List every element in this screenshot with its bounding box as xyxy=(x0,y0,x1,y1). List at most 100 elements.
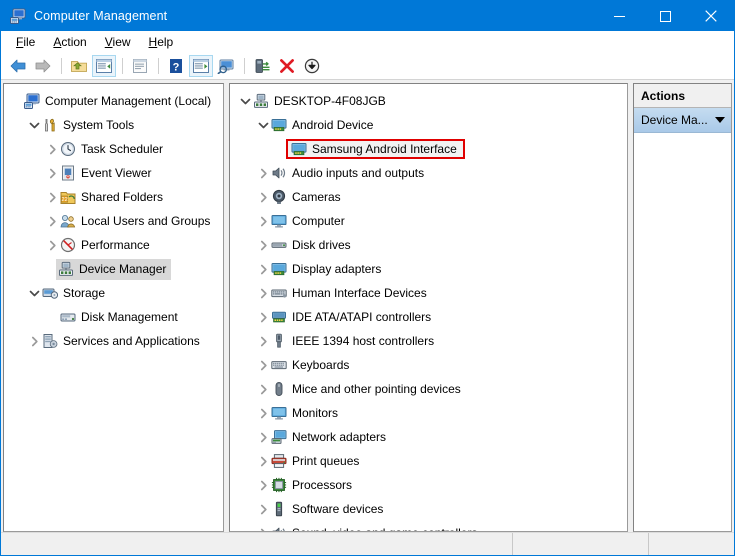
window-title: Computer Management xyxy=(34,9,168,23)
chevron-right-icon[interactable] xyxy=(255,233,271,257)
device-tree-item[interactable]: IEEE 1394 host controllers xyxy=(230,329,627,353)
device-tree-item[interactable]: Monitors xyxy=(230,401,627,425)
chevron-right-icon[interactable] xyxy=(255,497,271,521)
console-tree-item[interactable]: Device Manager xyxy=(4,257,223,281)
tree-item-content: Sound, video and game controllers xyxy=(271,525,477,532)
device-tree-item-label: Software devices xyxy=(292,501,384,516)
chevron-right-icon[interactable] xyxy=(255,425,271,449)
menu-help[interactable]: Help xyxy=(140,33,183,52)
console-tree-item-label: Task Scheduler xyxy=(81,141,164,156)
close-button[interactable] xyxy=(688,1,734,31)
chevron-right-icon[interactable] xyxy=(44,161,60,185)
properties-button[interactable] xyxy=(128,55,152,77)
update-driver-button[interactable] xyxy=(250,55,274,77)
chevron-down-icon[interactable] xyxy=(26,281,42,305)
tree-item-content: Print queues xyxy=(271,453,359,469)
forward-button[interactable] xyxy=(31,55,55,77)
device-tree-item-label: Computer xyxy=(292,213,345,228)
device-tree-item[interactable]: Sound, video and game controllers xyxy=(230,521,627,532)
chevron-down-icon xyxy=(715,117,725,123)
console-tree-item[interactable]: Computer Management (Local) xyxy=(4,89,223,113)
chevron-right-icon[interactable] xyxy=(255,305,271,329)
console-tree-item[interactable]: Performance xyxy=(4,233,223,257)
console-tree-item-label: System Tools xyxy=(63,117,135,132)
chevron-right-icon[interactable] xyxy=(255,281,271,305)
back-button[interactable] xyxy=(6,55,30,77)
actions-item-device-manager[interactable]: Device Ma... xyxy=(634,108,731,133)
chevron-right-icon[interactable] xyxy=(255,209,271,233)
scan-for-hardware-changes-button[interactable] xyxy=(214,55,238,77)
menu-view[interactable]: View xyxy=(96,33,140,52)
console-tree-item[interactable]: Storage xyxy=(4,281,223,305)
device-tree-item-label: Mice and other pointing devices xyxy=(292,381,461,396)
console-tree-item[interactable]: Disk Management xyxy=(4,305,223,329)
tree-item-content: Software devices xyxy=(271,501,383,517)
chevron-right-icon[interactable] xyxy=(255,473,271,497)
chevron-down-icon[interactable] xyxy=(255,113,271,137)
download-button[interactable] xyxy=(300,55,324,77)
chevron-right-icon[interactable] xyxy=(44,185,60,209)
console-tree-item[interactable]: Task Scheduler xyxy=(4,137,223,161)
device-tree-item[interactable]: Human Interface Devices xyxy=(230,281,627,305)
menu-view-label: iew xyxy=(112,34,131,49)
console-tree-item[interactable]: System Tools xyxy=(4,113,223,137)
menu-action[interactable]: Action xyxy=(44,33,95,52)
show-hide-console-tree-button[interactable] xyxy=(92,55,116,77)
chevron-right-icon[interactable] xyxy=(44,233,60,257)
chevron-right-icon[interactable] xyxy=(26,329,42,353)
console-tree: Computer Management (Local) System Tools T… xyxy=(4,84,223,353)
device-tree-item-label: Sound, video and game controllers xyxy=(292,527,477,532)
chevron-down-icon[interactable] xyxy=(237,89,253,113)
device-tree-item[interactable]: DESKTOP-4F08JGB xyxy=(230,89,627,113)
minimize-button[interactable] xyxy=(596,1,642,31)
chevron-right-icon[interactable] xyxy=(255,521,271,531)
console-tree-item[interactable]: 22 Shared Folders xyxy=(4,185,223,209)
chevron-down-icon[interactable] xyxy=(26,113,42,137)
chevron-right-icon[interactable] xyxy=(255,377,271,401)
console-tree-item-label: Local Users and Groups xyxy=(81,213,211,228)
tree-item-content: Disk drives xyxy=(271,237,351,253)
console-tree-pane[interactable]: Computer Management (Local) System Tools T… xyxy=(3,83,224,532)
chevron-right-icon[interactable] xyxy=(255,185,271,209)
device-tree-item[interactable]: Print queues xyxy=(230,449,627,473)
console-tree-item[interactable]: Event Viewer xyxy=(4,161,223,185)
device-tree-item[interactable]: Samsung Android Interface xyxy=(230,137,627,161)
menu-file[interactable]: File xyxy=(7,33,44,52)
device-tree-pane[interactable]: DESKTOP-4F08JGB Android Device Samsung And… xyxy=(229,83,628,532)
device-tree-item[interactable]: Mice and other pointing devices xyxy=(230,377,627,401)
status-bar-message xyxy=(1,533,513,555)
device-tree-item[interactable]: Disk drives xyxy=(230,233,627,257)
show-hide-action-pane-button[interactable] xyxy=(189,55,213,77)
device-tree-item[interactable]: IDE ATA/ATAPI controllers xyxy=(230,305,627,329)
device-tree-item[interactable]: Network adapters xyxy=(230,425,627,449)
chevron-right-icon[interactable] xyxy=(255,401,271,425)
device-tree-item[interactable]: Android Device xyxy=(230,113,627,137)
device-tree-item[interactable]: Keyboards xyxy=(230,353,627,377)
device-tree-item[interactable]: Audio inputs and outputs xyxy=(230,161,627,185)
toolbar-separator-1 xyxy=(61,58,62,74)
display-adapter-icon xyxy=(271,261,287,277)
up-one-level-button[interactable] xyxy=(67,55,91,77)
device-tree-item[interactable]: Display adapters xyxy=(230,257,627,281)
device-tree-item[interactable]: Computer xyxy=(230,209,627,233)
monitor-icon xyxy=(271,405,287,421)
device-tree-item[interactable]: Cameras xyxy=(230,185,627,209)
chevron-right-icon[interactable] xyxy=(255,257,271,281)
chevron-right-icon[interactable] xyxy=(255,161,271,185)
chevron-right-icon[interactable] xyxy=(44,209,60,233)
display-adapter-icon xyxy=(271,117,287,133)
help-button[interactable]: ? xyxy=(164,55,188,77)
device-tree-item[interactable]: Software devices xyxy=(230,497,627,521)
performance-icon xyxy=(60,237,76,253)
device-tree-item[interactable]: Processors xyxy=(230,473,627,497)
toolbar-separator-2 xyxy=(122,58,123,74)
uninstall-device-button[interactable] xyxy=(275,55,299,77)
tree-item-content: Cameras xyxy=(271,189,341,205)
console-tree-item[interactable]: Services and Applications xyxy=(4,329,223,353)
chevron-right-icon[interactable] xyxy=(44,137,60,161)
chevron-right-icon[interactable] xyxy=(255,353,271,377)
chevron-right-icon[interactable] xyxy=(255,449,271,473)
chevron-right-icon[interactable] xyxy=(255,329,271,353)
maximize-button[interactable] xyxy=(642,1,688,31)
console-tree-item[interactable]: Local Users and Groups xyxy=(4,209,223,233)
